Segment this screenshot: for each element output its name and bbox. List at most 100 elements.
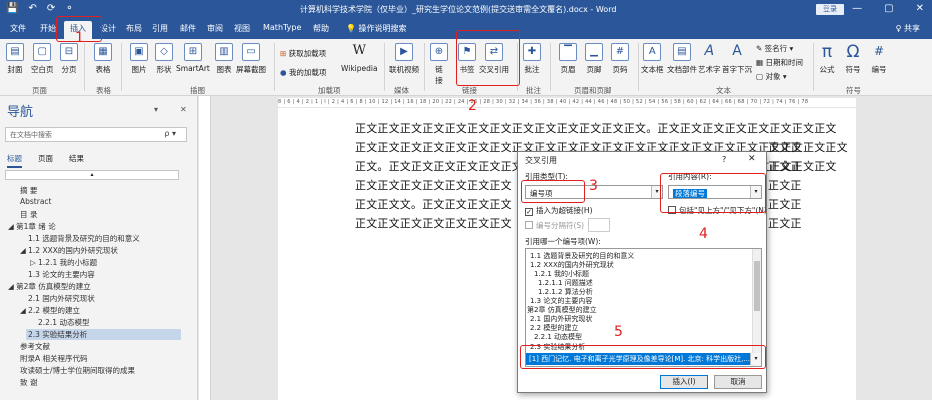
nav-heading[interactable]: ◢ 第2章 仿真模型的建立 (8, 281, 91, 292)
nav-search-input[interactable]: 在文档中搜索 ρ ▾ (5, 127, 187, 142)
tell-me-search[interactable]: 💡 操作说明搜索 (346, 23, 407, 34)
cancel-button[interactable]: 取消 (714, 375, 762, 389)
wordart-icon: A (704, 43, 715, 59)
nav-heading[interactable]: 摘 要 (20, 185, 37, 196)
store-icon: ⊞ (280, 49, 289, 58)
smartart-icon: ⊞ (183, 43, 202, 61)
nav-heading[interactable]: Abstract (20, 197, 51, 206)
shapes-button[interactable]: ◇ 形状 (155, 43, 173, 75)
search-icon[interactable]: ρ ▾ (164, 129, 176, 138)
tab-references[interactable]: 引用 (152, 23, 168, 34)
cover-page-button[interactable]: ▤ 封面 (6, 43, 24, 75)
paragraph-line: 正文正文正文正文正文正文正文 (355, 217, 512, 230)
nav-heading[interactable]: ▷ 1.2.1 我的小标题 (30, 257, 97, 268)
minimize-icon[interactable]: — (852, 3, 862, 14)
nav-tab-pages[interactable]: 页面 (38, 153, 53, 168)
screenshot-button[interactable]: ▭ 屏幕截图 (236, 43, 266, 75)
window-controls: ▭ — ▢ ✕ (821, 3, 924, 14)
nav-heading[interactable]: 2.2.1 动态模型 (38, 317, 89, 328)
object-button[interactable]: ▢ 对象 ▾ (756, 71, 787, 82)
tab-mailings[interactable]: 邮件 (180, 23, 196, 34)
date-time-button[interactable]: ▦ 日期和时间 (756, 57, 803, 68)
nav-heading[interactable]: 参考文献 (20, 341, 50, 352)
close-icon[interactable]: ✕ (916, 3, 924, 14)
smartart-button[interactable]: ⊞ SmartArt (176, 43, 210, 73)
nav-heading[interactable]: 1.3 论文的主要内容 (28, 269, 95, 280)
link-button[interactable]: ⊕ 链接 (430, 43, 448, 86)
my-addins-button[interactable]: ● 我的加载项 (280, 67, 326, 78)
nav-heading[interactable]: 致 谢 (20, 377, 37, 388)
nav-heading[interactable]: ◢ 2.2 模型的建立 (20, 305, 80, 316)
get-addins-button[interactable]: ⊞ 获取加载项 (280, 48, 326, 59)
help-icon[interactable]: ? (722, 155, 726, 164)
divider (384, 43, 385, 91)
insert-button[interactable]: 插入(I) (660, 375, 708, 389)
annotation-number-3: 3 (589, 178, 598, 194)
save-icon[interactable]: 💾 (6, 3, 18, 14)
table-button[interactable]: ▦ 表格 (94, 43, 112, 75)
ribbon-display-icon[interactable]: ▭ (821, 3, 830, 14)
tab-file[interactable]: 文件 (10, 23, 26, 34)
tab-mathtype[interactable]: MathType (263, 23, 301, 32)
nav-scroll-up[interactable]: ▴ (5, 170, 179, 180)
tab-review[interactable]: 审阅 (207, 23, 223, 34)
header-icon: ▔ (559, 43, 577, 61)
nav-heading[interactable]: 攻读硕士/博士学位期间取得的成果 (20, 365, 135, 376)
paragraph-line: 正文正文正文正文正文正文正文正文正文正文正文正文正文。正文正文正文正文正文正文正… (355, 122, 837, 135)
screenshot-icon: ▭ (242, 43, 260, 61)
numbering-button[interactable]: # 编号 (870, 43, 888, 75)
dialog-close-icon[interactable]: ✕ (748, 154, 756, 164)
divider (424, 43, 425, 91)
nav-heading-selected[interactable]: 2.3 实验结果分析 (26, 329, 181, 340)
textbox-button[interactable]: A 文本框 (641, 43, 664, 75)
tab-view[interactable]: 视图 (234, 23, 250, 34)
signature-line-button[interactable]: ✎ 签名行 ▾ (756, 43, 793, 54)
tab-design[interactable]: 设计 (100, 23, 116, 34)
tab-layout[interactable]: 布局 (126, 23, 142, 34)
insert-hyperlink-checkbox[interactable]: ✓ 插入为超链接(H) (525, 205, 593, 216)
paragraph-line-tail: 正文正 (768, 141, 802, 154)
nav-tab-headings[interactable]: 标题 (7, 153, 22, 168)
picture-button[interactable]: ▣ 图片 (130, 43, 148, 75)
online-video-button[interactable]: ▶ 联机视频 (389, 43, 419, 75)
scroll-thumb[interactable] (754, 261, 760, 311)
list-item[interactable]: 2.2.1 动态模型 (534, 332, 582, 342)
share-button[interactable]: ♀ 共享 (896, 23, 920, 34)
symbol-button[interactable]: Ω 符号 (844, 43, 862, 75)
undo-icon[interactable]: ↶ (28, 3, 36, 14)
nav-heading[interactable]: 2.1 国内外研究现状 (28, 293, 95, 304)
page-break-button[interactable]: ⊟ 分页 (60, 43, 78, 75)
nav-options-icon[interactable]: ▾ (154, 105, 158, 114)
nav-close-icon[interactable]: ✕ (180, 105, 187, 114)
nav-heading[interactable]: ◢ 1.2 XXX的国内外研究现状 (20, 245, 118, 256)
cover-icon: ▤ (6, 43, 24, 61)
header-button[interactable]: ▔ 页眉 (559, 43, 577, 75)
tab-home[interactable]: 开始 (40, 23, 56, 34)
nav-tab-results[interactable]: 结果 (69, 153, 84, 168)
nav-heading[interactable]: 附录A 相关程序代码 (20, 353, 88, 364)
dropcap-button[interactable]: A 首字下沉 (722, 43, 752, 75)
chart-button[interactable]: ▥ 图表 (215, 43, 233, 75)
wordart-button[interactable]: A 艺术字 (698, 43, 721, 75)
quick-parts-button[interactable]: ▤ 文档部件 (667, 43, 697, 75)
separate-numbers-checkbox: 编号分隔符(S) (525, 220, 584, 231)
footer-button[interactable]: ▁ 页脚 (585, 43, 603, 75)
customize-icon[interactable]: ⚬ (65, 3, 73, 14)
nav-heading[interactable]: 目 录 (20, 209, 37, 220)
nav-heading[interactable]: 1.1 选题背景及研究的目的和意义 (28, 233, 140, 244)
tab-help[interactable]: 帮助 (313, 23, 329, 34)
redo-icon[interactable]: ⟳ (47, 3, 55, 14)
table-icon: ▦ (94, 43, 112, 61)
paragraph-line: 正文正文文。正文正文正文正文 (355, 198, 512, 211)
divider (121, 43, 122, 91)
maximize-icon[interactable]: ▢ (884, 3, 893, 14)
group-label-addins: 加载项 (318, 86, 341, 95)
page-number-icon: # (611, 43, 629, 61)
nav-heading[interactable]: ◢ 第1章 绪 论 (8, 221, 56, 232)
page-number-button[interactable]: # 页码 (611, 43, 629, 75)
blank-page-button[interactable]: ▢ 空白页 (31, 43, 54, 75)
equation-button[interactable]: π 公式 (818, 43, 836, 75)
group-label-comments: 批注 (526, 86, 541, 95)
wikipedia-button[interactable]: W Wikipedia (341, 43, 378, 73)
comment-button[interactable]: ✚ 批注 (523, 43, 541, 75)
